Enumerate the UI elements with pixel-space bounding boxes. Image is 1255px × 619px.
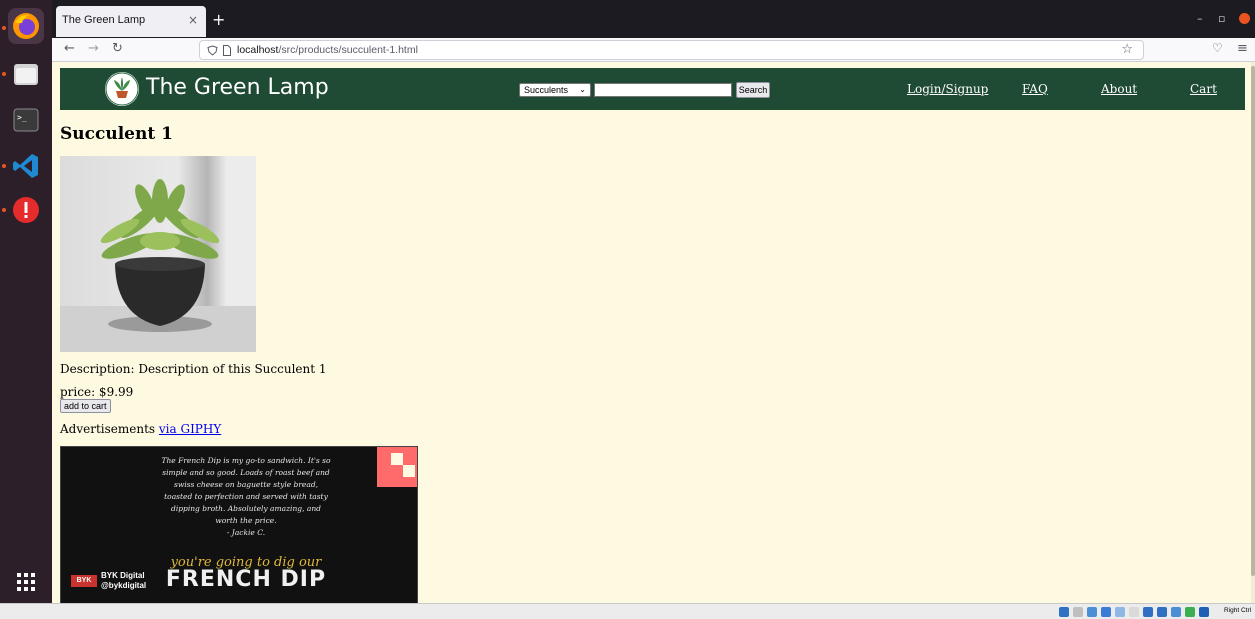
browser-tab[interactable]: The Green Lamp × <box>56 6 206 37</box>
page-icon <box>223 45 231 56</box>
new-tab-button[interactable]: + <box>212 10 225 29</box>
category-selected-value: Succulents <box>524 85 569 95</box>
forward-arrow-icon[interactable]: → <box>88 41 99 56</box>
ad-brand-badge: BYK <box>71 575 97 587</box>
ad-quote-author: - Jackie C. <box>226 528 266 537</box>
running-indicator <box>2 72 6 76</box>
advertisement-gif[interactable]: The French Dip is my go-to sandwich. It'… <box>60 446 418 603</box>
product-title: Succulent 1 <box>60 124 173 144</box>
corner-squares-icon <box>391 453 415 477</box>
usb-icon[interactable] <box>1115 607 1125 617</box>
vscode-launcher[interactable] <box>8 148 44 184</box>
browser-nav-bar: ← → ↻ localhost/src/products/succulent-1… <box>52 38 1255 62</box>
cpu-icon[interactable] <box>1171 607 1181 617</box>
mouse-integration-icon[interactable] <box>1185 607 1195 617</box>
scrollbar-thumb[interactable] <box>1251 66 1255 576</box>
site-logo[interactable] <box>105 72 139 106</box>
running-indicator <box>2 208 6 212</box>
app-grid-icon <box>17 573 35 591</box>
recording-icon[interactable] <box>1157 607 1167 617</box>
svg-text:>_: >_ <box>17 113 27 122</box>
vm-status-bar: Right Ctrl <box>0 603 1255 619</box>
minimize-button[interactable]: – <box>1197 12 1203 25</box>
ad-brand-handle: @bykdigital <box>101 581 147 590</box>
url-path: /src/products/succulent-1.html <box>278 44 418 56</box>
tab-title: The Green Lamp <box>62 14 146 26</box>
files-launcher[interactable] <box>8 56 44 92</box>
cart-link[interactable]: Cart <box>1190 82 1217 96</box>
site-title[interactable]: The Green Lamp <box>146 75 329 100</box>
about-link[interactable]: About <box>1101 82 1137 96</box>
login-signup-link[interactable]: Login/Signup <box>907 82 988 96</box>
host-key-label: Right Ctrl <box>1224 607 1252 614</box>
product-price: price: $9.99 <box>60 385 134 399</box>
ad-quote: The French Dip is my go-to sandwich. It'… <box>161 455 331 539</box>
vscode-icon <box>13 154 38 178</box>
ad-brand-name: BYK Digital <box>101 571 145 580</box>
alert-icon <box>13 197 39 223</box>
page-scrollbar[interactable] <box>1251 62 1255 603</box>
product-image <box>60 156 256 352</box>
running-indicator <box>2 26 6 30</box>
site-header: The Green Lamp Succulents ⌄ Search Login… <box>60 68 1245 110</box>
pocket-icon[interactable]: ♡ <box>1212 41 1223 55</box>
url-host: localhost <box>237 44 279 56</box>
terminal-icon: >_ <box>13 108 39 132</box>
menu-icon[interactable]: ≡ <box>1237 41 1248 56</box>
show-apps-button[interactable] <box>8 564 44 600</box>
browser-tab-bar: The Green Lamp × + – ▫ <box>52 0 1255 38</box>
update-launcher[interactable] <box>8 192 44 228</box>
tab-close-button[interactable]: × <box>188 13 198 27</box>
giphy-link[interactable]: via GIPHY <box>159 422 221 436</box>
bookmark-star-icon[interactable]: ☆ <box>1121 42 1133 57</box>
ubuntu-dock: >_ <box>0 0 52 603</box>
terminal-launcher[interactable]: >_ <box>8 102 44 138</box>
audio-icon[interactable] <box>1087 607 1097 617</box>
hdd-icon[interactable] <box>1059 607 1069 617</box>
ad-headline: FRENCH DIP <box>165 567 327 592</box>
category-select[interactable]: Succulents ⌄ <box>519 83 591 97</box>
running-indicator <box>2 164 6 168</box>
ad-brand: BYK Digital @bykdigital <box>101 571 146 591</box>
succulent-photo <box>60 179 256 352</box>
optical-drive-icon[interactable] <box>1073 607 1083 617</box>
maximize-button[interactable]: ▫ <box>1218 12 1225 25</box>
firefox-icon <box>13 13 39 39</box>
keyboard-capture-icon[interactable] <box>1199 607 1209 617</box>
search-button[interactable]: Search <box>736 82 770 98</box>
chevron-down-icon: ⌄ <box>579 85 586 94</box>
plant-logo-icon <box>105 72 139 106</box>
reload-icon[interactable]: ↻ <box>112 41 123 56</box>
advertisements-label: Advertisements <box>60 422 159 436</box>
firefox-launcher[interactable] <box>8 8 44 44</box>
search-input[interactable] <box>594 83 732 97</box>
advertisements-line: Advertisements via GIPHY <box>60 422 221 436</box>
ad-quote-text: The French Dip is my go-to sandwich. It'… <box>161 456 331 525</box>
desktop-screen: >_ The Green Lamp × + – ▫ ← → ↻ localhos… <box>0 0 1255 619</box>
display-icon[interactable] <box>1143 607 1153 617</box>
url-text: localhost/src/products/succulent-1.html <box>237 44 418 56</box>
folder-icon <box>14 64 38 85</box>
add-to-cart-button[interactable]: add to cart <box>60 399 111 413</box>
back-arrow-icon[interactable]: ← <box>64 41 75 56</box>
network-icon[interactable] <box>1101 607 1111 617</box>
faq-link[interactable]: FAQ <box>1022 82 1048 96</box>
window-close-button[interactable] <box>1239 13 1250 24</box>
url-bar[interactable]: localhost/src/products/succulent-1.html … <box>199 40 1144 60</box>
shared-folders-icon[interactable] <box>1129 607 1139 617</box>
page-viewport: The Green Lamp Succulents ⌄ Search Login… <box>52 62 1255 603</box>
shield-icon[interactable] <box>207 45 218 56</box>
ad-corner-graphic <box>377 447 417 487</box>
product-description: Description: Description of this Succule… <box>60 362 327 376</box>
